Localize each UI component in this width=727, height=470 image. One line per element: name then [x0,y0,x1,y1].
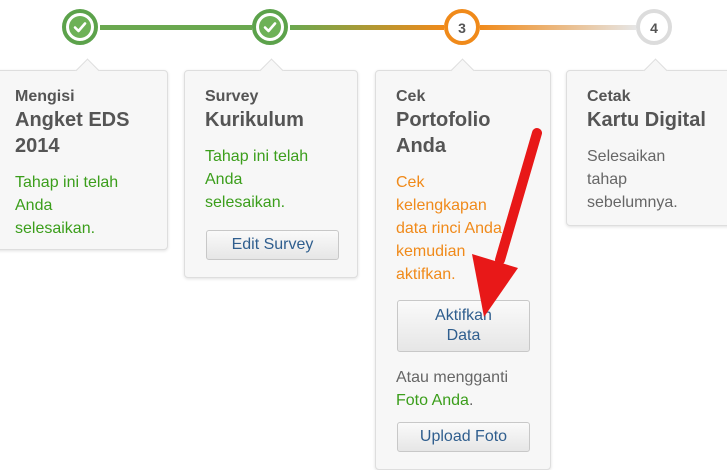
step-4-marker: 4 [636,9,672,45]
activate-data-button[interactable]: Aktifkan Data [397,300,530,352]
card-2-title: Kurikulum [205,109,304,131]
step-card-2: Survey Kurikulum Tahap ini telah Anda se… [184,58,358,278]
track-segment-1 [100,25,252,30]
card-1-pre: Mengisi [15,88,75,105]
track-segment-3 [480,25,636,30]
card-2-pre: Survey [205,88,259,105]
step-3-number: 3 [458,20,466,36]
check-icon [73,22,87,33]
step-2-marker [252,9,288,45]
step-3-marker: 3 [444,9,480,45]
step-card-4: Cetak Kartu Digital Selesaikan tahap seb… [566,58,727,226]
step-card-1: Mengisi Angket EDS 2014 Tahap ini telah … [0,58,168,250]
check-icon [263,22,277,33]
track-segment-2 [290,25,444,30]
step-4-number: 4 [650,20,658,36]
card-3-instruction: Cek kelengkapan data rinci Anda kemudian… [396,174,502,283]
card-4-pre: Cetak [587,88,631,105]
card-4-status: Selesaikan tahap sebelumnya. [587,148,678,211]
card-2-status: Tahap ini telah Anda selesaikan. [205,148,309,211]
card-3-alternative: Atau mengganti Foto Anda. [396,369,509,409]
photo-text: Foto Anda [396,392,469,409]
card-1-status: Tahap ini telah Anda selesaikan. [15,174,119,237]
card-4-title: Kartu Digital [587,109,706,131]
card-3-title: Portofolio Anda [396,109,491,157]
edit-survey-button[interactable]: Edit Survey [206,230,339,260]
card-3-pre: Cek [396,88,426,105]
step-1-marker [62,9,98,45]
step-card-3: Cek Portofolio Anda Cek kelengkapan data… [375,58,551,470]
card-1-title: Angket EDS 2014 [15,109,130,157]
upload-photo-button[interactable]: Upload Foto [397,422,530,452]
progress-track [100,25,636,30]
